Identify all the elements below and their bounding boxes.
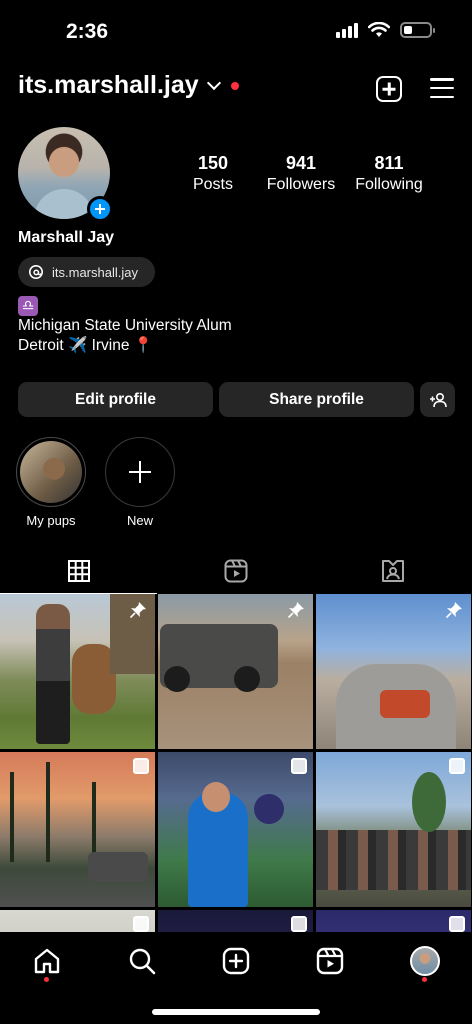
content-tabs <box>0 548 472 594</box>
tagged-icon <box>381 560 404 582</box>
post-thumbnail[interactable] <box>316 752 471 907</box>
highlight-my-pups[interactable]: My pups <box>16 437 86 528</box>
share-profile-button[interactable]: Share profile <box>219 382 414 417</box>
post-thumbnail[interactable] <box>158 594 313 749</box>
post-thumbnail[interactable] <box>316 594 471 749</box>
post-thumbnail[interactable] <box>316 910 471 932</box>
highlight-new[interactable]: New <box>105 437 175 528</box>
account-switcher[interactable]: its.marshall.jay <box>18 71 239 100</box>
following-stat[interactable]: 811 Following <box>354 153 424 194</box>
multiple-photos-icon <box>291 758 307 774</box>
followers-count: 941 <box>285 153 317 173</box>
zodiac-emoji: ♎ <box>18 296 38 316</box>
highlight-ring <box>16 437 86 507</box>
status-icons <box>336 22 435 38</box>
post-thumbnail[interactable] <box>0 910 155 932</box>
pin-icon <box>445 602 462 619</box>
post-thumbnail[interactable] <box>0 752 155 907</box>
plus-icon <box>129 461 151 483</box>
post-thumbnail[interactable] <box>158 910 313 932</box>
battery-icon <box>400 22 435 38</box>
cellular-signal-icon <box>336 22 358 38</box>
post-thumbnail[interactable] <box>0 594 155 749</box>
bio-line-1: Michigan State University Alum <box>18 317 232 334</box>
create-icon <box>222 947 250 975</box>
threads-icon <box>29 265 43 279</box>
highlight-label: My pups <box>26 513 76 528</box>
profile-header: its.marshall.jay <box>0 68 472 108</box>
nav-profile-dot <box>422 977 427 982</box>
reels-icon <box>316 947 344 975</box>
status-time: 2:36 <box>66 20 109 43</box>
multiple-photos-icon <box>291 916 307 932</box>
add-story-icon[interactable] <box>87 196 113 222</box>
create-post-icon[interactable] <box>376 76 402 102</box>
tab-reels[interactable] <box>157 548 314 594</box>
nav-reels[interactable] <box>315 946 345 976</box>
tab-posts[interactable] <box>0 548 157 594</box>
search-icon <box>129 948 156 975</box>
threads-handle: its.marshall.jay <box>52 264 138 280</box>
menu-icon[interactable] <box>430 78 454 98</box>
followers-label: Followers <box>266 176 336 193</box>
followers-stat[interactable]: 941 Followers <box>266 153 336 194</box>
edit-profile-button[interactable]: Edit profile <box>18 382 213 417</box>
highlight-ring <box>105 437 175 507</box>
posts-count: 150 <box>197 153 229 173</box>
multiple-photos-icon <box>449 758 465 774</box>
posts-grid <box>0 594 472 932</box>
wifi-icon <box>368 22 390 37</box>
username-title: its.marshall.jay <box>18 71 199 99</box>
highlight-label: New <box>126 513 153 528</box>
post-thumbnail[interactable] <box>158 752 313 907</box>
multiple-photos-icon <box>133 758 149 774</box>
posts-stat[interactable]: 150 Posts <box>192 153 234 194</box>
add-person-icon <box>429 392 447 407</box>
pin-icon <box>287 602 304 619</box>
notification-dot <box>230 81 239 90</box>
full-name: Marshall Jay <box>18 229 115 246</box>
following-label: Following <box>355 176 423 193</box>
home-indicator[interactable] <box>152 1009 320 1015</box>
highlight-cover <box>20 441 82 503</box>
pin-icon <box>129 602 146 619</box>
nav-profile-avatar[interactable] <box>410 946 440 976</box>
nav-home[interactable] <box>32 946 62 976</box>
nav-home-dot <box>44 977 49 982</box>
threads-badge[interactable]: its.marshall.jay <box>18 257 155 287</box>
nav-create[interactable] <box>221 946 251 976</box>
posts-label: Posts <box>192 176 233 193</box>
status-bar: 2:36 <box>0 0 472 64</box>
discover-people-button[interactable] <box>420 382 455 417</box>
chevron-down-icon <box>206 75 221 90</box>
tab-tagged[interactable] <box>314 548 471 594</box>
multiple-photos-icon <box>133 916 149 932</box>
nav-search[interactable] <box>127 946 157 976</box>
reels-icon <box>224 559 247 583</box>
following-count: 811 <box>374 153 404 173</box>
home-icon <box>34 948 60 974</box>
grid-icon <box>67 559 90 582</box>
bio-line-2: Detroit ✈️ Irvine 📍 <box>18 337 154 354</box>
multiple-photos-icon <box>449 916 465 932</box>
